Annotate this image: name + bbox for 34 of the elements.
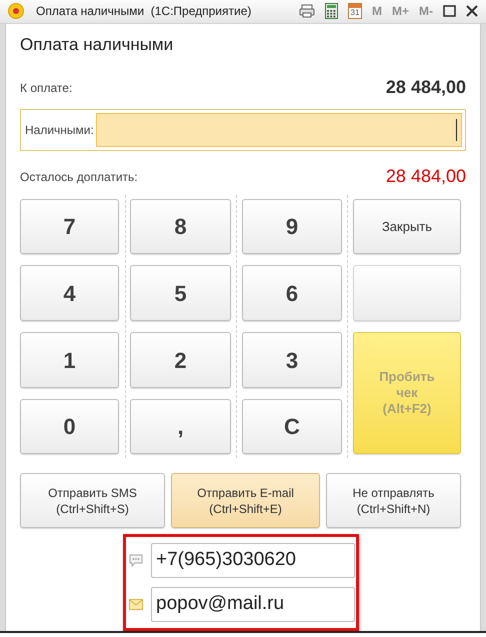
keypad-key[interactable]: 0 <box>20 399 119 454</box>
printer-icon[interactable] <box>298 4 315 18</box>
window-title: Оплата наличными (1С:Предприятие) <box>36 3 252 20</box>
remaining-amount: 28 484,00 <box>386 165 466 188</box>
to-pay-amount: 28 484,00 <box>386 76 466 100</box>
email-field[interactable]: popov@mail.ru <box>151 587 355 622</box>
remaining-label: Осталось доплатить: <box>20 168 138 186</box>
calendar-icon[interactable]: 31 <box>348 3 362 20</box>
keypad-key[interactable]: 2 <box>130 332 231 388</box>
app-logo-icon <box>8 3 24 20</box>
cash-input-field[interactable] <box>96 113 462 148</box>
send-option-tab[interactable]: Не отправлять (Ctrl+Shift+N) <box>326 473 461 528</box>
chat-bubble-icon <box>129 554 143 568</box>
phone-field[interactable]: +7(965)3030620 <box>151 543 355 578</box>
keypad-key[interactable]: 3 <box>242 332 342 388</box>
keypad-key[interactable]: 8 <box>130 199 231 254</box>
keypad-key[interactable]: 4 <box>20 265 119 322</box>
envelope-icon <box>129 599 143 610</box>
keypad-key[interactable]: C <box>242 399 342 454</box>
send-option-tab[interactable]: Отправить SMS (Ctrl+Shift+S) <box>20 473 165 528</box>
keypad-key[interactable]: 1 <box>20 332 119 388</box>
maximize-icon[interactable] <box>443 5 456 18</box>
keypad-key[interactable]: 6 <box>242 265 342 322</box>
to-pay-label: К оплате: <box>20 80 72 97</box>
cash-label: Наличными: <box>24 122 95 140</box>
send-option-tab[interactable]: Отправить E-mail (Ctrl+Shift+E) <box>171 473 320 528</box>
keypad-key[interactable]: 7 <box>20 199 119 254</box>
close-button[interactable]: Закрыть <box>353 199 461 254</box>
keypad-key[interactable]: , <box>130 399 231 454</box>
close-icon[interactable] <box>466 5 478 18</box>
form-heading: Оплата наличными <box>20 34 174 56</box>
keypad-key[interactable]: 5 <box>130 265 231 322</box>
calculator-icon[interactable] <box>324 3 338 20</box>
keypad-key[interactable]: 9 <box>242 199 342 254</box>
